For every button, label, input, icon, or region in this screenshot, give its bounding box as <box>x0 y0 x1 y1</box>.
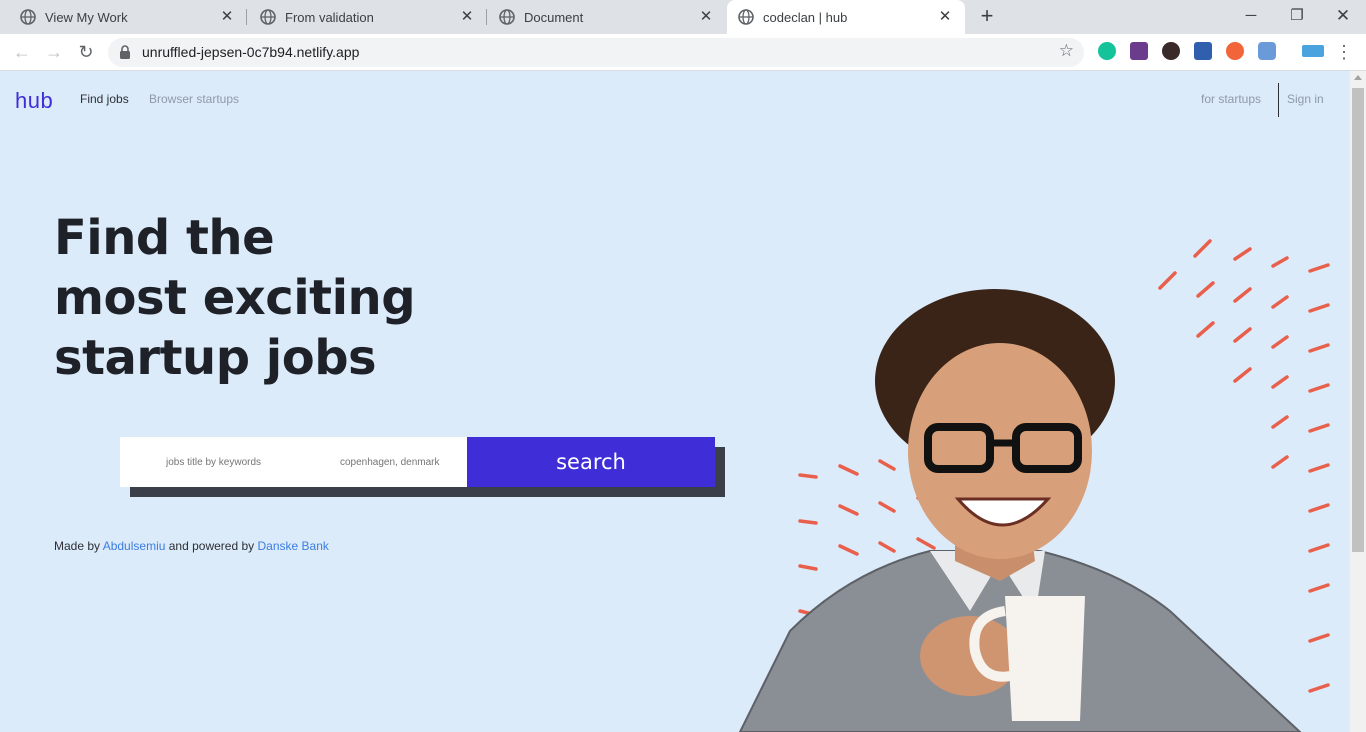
window-icon[interactable] <box>1302 45 1324 57</box>
hero-title-line: most exciting <box>54 270 416 326</box>
hero-illustration <box>738 239 1330 732</box>
nav-find-jobs[interactable]: Find jobs <box>80 92 129 106</box>
scroll-up-arrow-icon[interactable] <box>1354 75 1362 80</box>
back-arrow-icon[interactable]: ← <box>10 40 34 64</box>
restore-icon[interactable]: ❐ <box>1284 4 1310 28</box>
hero-title-line: Find the <box>54 210 275 266</box>
nav-divider <box>1278 83 1279 117</box>
credits-powered: and powered by <box>168 539 255 553</box>
globe-icon <box>738 9 754 25</box>
sponsor-link[interactable]: Danske Bank <box>258 539 329 553</box>
k-extension-icon[interactable] <box>1162 42 1180 60</box>
new-tab-button[interactable]: + <box>976 5 998 28</box>
scrollbar[interactable] <box>1350 71 1366 732</box>
tab-title: View My Work <box>45 9 128 25</box>
author-link[interactable]: Abdulsemiu <box>103 539 166 553</box>
nav-browse-startups[interactable]: Browser startups <box>149 92 239 106</box>
search-button[interactable]: search <box>467 437 715 487</box>
hero-title: Find the most exciting startup jobs <box>54 208 474 388</box>
url-text: unruffled-jepsen-0c7b94.netlify.app <box>142 44 360 60</box>
close-tab-icon[interactable]: ✕ <box>937 9 953 25</box>
tab-from-validation[interactable]: From validation ✕ <box>247 0 487 34</box>
globe-icon <box>20 9 36 25</box>
menu-kebab-icon[interactable]: ⋮ <box>1332 40 1356 64</box>
keywords-input[interactable] <box>166 437 316 487</box>
tab-document[interactable]: Document ✕ <box>487 0 726 34</box>
grammarly-icon[interactable] <box>1098 42 1116 60</box>
tab-title: From validation <box>285 9 374 25</box>
cloud-icon[interactable] <box>1258 42 1276 60</box>
download-icon[interactable] <box>1194 42 1212 60</box>
browser-toolbar: ← → ↻ unruffled-jepsen-0c7b94.netlify.ap… <box>0 34 1366 71</box>
tab-strip: View My Work ✕ From validation ✕ Documen… <box>0 0 1366 34</box>
tab-title: Document <box>524 9 584 25</box>
credits: Made by Abdulsemiu and powered by Danske… <box>54 539 329 553</box>
fox-icon[interactable] <box>1226 42 1244 60</box>
address-bar[interactable]: unruffled-jepsen-0c7b94.netlify.app ☆ <box>108 38 1084 67</box>
hero-title-line: startup jobs <box>54 330 377 386</box>
close-tab-icon[interactable]: ✕ <box>459 9 475 25</box>
reload-icon[interactable]: ↻ <box>74 40 98 64</box>
lock-icon <box>120 45 130 59</box>
search-form <box>120 437 467 487</box>
tab-codeclan-hub[interactable]: codeclan | hub ✕ <box>727 0 965 34</box>
man-photo <box>738 289 1302 732</box>
page-content: hub Find jobs Browser startups for start… <box>0 71 1350 732</box>
credits-made-by: Made by <box>54 539 101 553</box>
close-window-icon[interactable]: ✕ <box>1330 4 1356 28</box>
hub-logo[interactable]: hub <box>15 88 53 114</box>
eyedropper-icon[interactable] <box>1130 42 1148 60</box>
tab-title: codeclan | hub <box>763 9 848 25</box>
tab-view-my-work[interactable]: View My Work ✕ <box>0 0 247 34</box>
minimize-icon[interactable]: ─ <box>1238 4 1264 28</box>
scroll-thumb[interactable] <box>1352 88 1364 552</box>
location-input[interactable] <box>340 437 465 487</box>
close-tab-icon[interactable]: ✕ <box>219 9 235 25</box>
nav-sign-in[interactable]: Sign in <box>1287 92 1324 106</box>
nav-for-startups[interactable]: for startups <box>1201 92 1261 106</box>
globe-icon <box>499 9 515 25</box>
bookmark-star-icon[interactable]: ☆ <box>1059 41 1074 61</box>
globe-icon <box>260 9 276 25</box>
close-tab-icon[interactable]: ✕ <box>698 9 714 25</box>
forward-arrow-icon[interactable]: → <box>42 40 66 64</box>
